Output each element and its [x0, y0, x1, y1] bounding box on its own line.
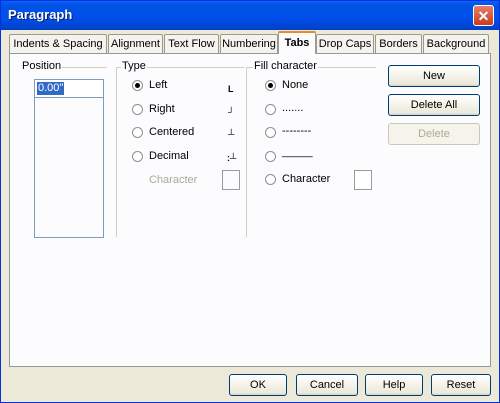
tab-label: Borders: [379, 38, 418, 50]
type-right-label[interactable]: Right: [149, 103, 175, 115]
help-button[interactable]: Help: [365, 374, 423, 396]
ok-button-label: OK: [250, 379, 266, 391]
close-icon: ✕: [477, 8, 490, 24]
fill-dashes-radio[interactable]: [265, 127, 276, 138]
tab-decimal-icon: :┴: [227, 153, 237, 163]
tab-tabs[interactable]: Tabs: [278, 31, 316, 54]
fill-group-left-line: [246, 67, 247, 237]
tab-label: Indents & Spacing: [13, 38, 103, 50]
delete-all-button-label: Delete All: [410, 99, 458, 111]
type-left-label[interactable]: Left: [149, 79, 167, 91]
type-centered-label[interactable]: Centered: [149, 126, 194, 138]
fill-none-label[interactable]: None: [282, 79, 308, 91]
delete-button[interactable]: Delete: [388, 123, 480, 145]
position-value: 0.00": [37, 82, 65, 95]
cancel-button-label: Cancel: [309, 379, 345, 391]
new-button-label: New: [422, 70, 445, 82]
type-character-label: Character: [149, 174, 198, 186]
tab-borders[interactable]: Borders: [375, 34, 422, 53]
tab-left-icon: L: [228, 84, 234, 94]
type-group-label: Type: [121, 60, 147, 72]
paragraph-dialog: Paragraph ✕ Indents & Spacing Alignment …: [0, 0, 500, 403]
position-list[interactable]: [34, 98, 104, 238]
position-input[interactable]: 0.00": [34, 79, 104, 98]
tab-label: Tabs: [284, 37, 310, 49]
tab-label: Numbering: [222, 38, 276, 50]
fill-dots-radio[interactable]: [265, 104, 276, 115]
tab-drop-caps[interactable]: Drop Caps: [316, 34, 374, 53]
type-decimal-label[interactable]: Decimal: [149, 150, 189, 162]
help-button-label: Help: [382, 379, 406, 391]
tab-label: Drop Caps: [318, 38, 372, 50]
tab-background[interactable]: Background: [423, 34, 489, 53]
close-button[interactable]: ✕: [473, 5, 494, 26]
tab-alignment[interactable]: Alignment: [108, 34, 163, 53]
type-group-left-line: [116, 67, 117, 237]
title-bar[interactable]: Paragraph ✕: [1, 1, 499, 30]
fill-underscore-radio[interactable]: [265, 151, 276, 162]
fill-dots-label[interactable]: .......: [282, 102, 303, 114]
tab-center-icon: ┴: [228, 129, 235, 139]
delete-button-label: Delete: [418, 128, 450, 140]
fill-none-radio[interactable]: [265, 80, 276, 91]
fill-character-radio[interactable]: [265, 174, 276, 185]
fill-dashes-label[interactable]: --------: [282, 125, 311, 137]
tab-label: Text Flow: [168, 38, 215, 50]
tab-right-icon: ┘: [228, 107, 235, 117]
window-title: Paragraph: [8, 7, 73, 22]
fill-group-label: Fill character: [253, 60, 318, 72]
cancel-button[interactable]: Cancel: [296, 374, 358, 396]
reset-button-label: Reset: [446, 379, 476, 391]
type-character-field: [222, 170, 240, 190]
position-group-label: Position: [21, 60, 63, 72]
delete-all-button[interactable]: Delete All: [388, 94, 480, 116]
type-decimal-radio[interactable]: [132, 151, 143, 162]
fill-character-field[interactable]: [354, 170, 372, 190]
tab-label: Background: [426, 38, 486, 50]
fill-character-label[interactable]: Character: [282, 173, 330, 185]
type-right-radio[interactable]: [132, 104, 143, 115]
tab-text-flow[interactable]: Text Flow: [164, 34, 219, 53]
new-button[interactable]: New: [388, 65, 480, 87]
fill-underscore-label[interactable]: _____: [282, 146, 313, 158]
tab-indents-spacing[interactable]: Indents & Spacing: [9, 34, 107, 53]
ok-button[interactable]: OK: [229, 374, 287, 396]
tab-numbering[interactable]: Numbering: [220, 34, 278, 53]
reset-button[interactable]: Reset: [431, 374, 491, 396]
tab-label: Alignment: [111, 38, 160, 50]
type-centered-radio[interactable]: [132, 127, 143, 138]
type-left-radio[interactable]: [132, 80, 143, 91]
